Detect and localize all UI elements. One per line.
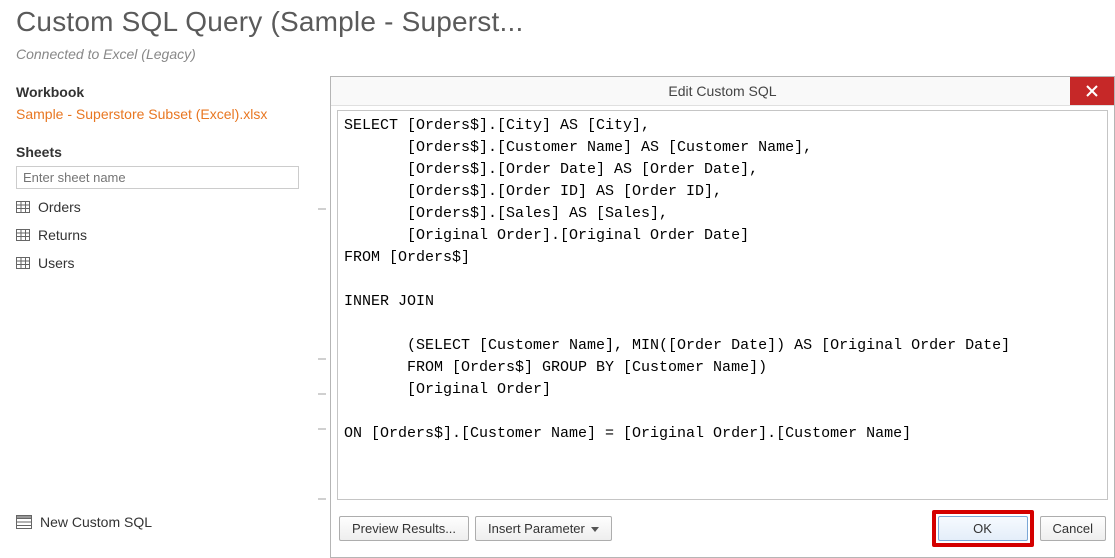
- sheet-name-input[interactable]: [16, 166, 299, 189]
- close-button[interactable]: [1070, 77, 1114, 105]
- new-custom-sql-button[interactable]: New Custom SQL: [16, 514, 299, 530]
- header: Custom SQL Query (Sample - Superst... Co…: [0, 0, 1115, 76]
- table-icon: [16, 200, 30, 214]
- sheet-item-label: Orders: [38, 199, 81, 215]
- dialog-titlebar[interactable]: Edit Custom SQL: [331, 77, 1114, 106]
- table-icon: [16, 256, 30, 270]
- ok-button[interactable]: OK: [938, 516, 1028, 541]
- sheets-label: Sheets: [16, 144, 299, 160]
- new-custom-sql-label: New Custom SQL: [40, 514, 152, 530]
- sheet-list: Orders Returns Users: [16, 199, 299, 271]
- sheet-item-label: Users: [38, 255, 75, 271]
- dialog-title: Edit Custom SQL: [668, 83, 776, 99]
- workbook-label: Workbook: [16, 84, 299, 100]
- sheet-item-returns[interactable]: Returns: [16, 227, 299, 243]
- insert-parameter-button[interactable]: Insert Parameter: [475, 516, 612, 541]
- connection-subtitle: Connected to Excel (Legacy): [16, 46, 1099, 62]
- page-title: Custom SQL Query (Sample - Superst...: [16, 6, 1099, 38]
- sql-editor[interactable]: SELECT [Orders$].[City] AS [City], [Orde…: [337, 110, 1108, 500]
- sidebar: Workbook Sample - Superstore Subset (Exc…: [0, 76, 315, 558]
- workbook-name[interactable]: Sample - Superstore Subset (Excel).xlsx: [16, 106, 299, 122]
- edit-custom-sql-dialog: Edit Custom SQL SELECT [Orders$].[City] …: [330, 76, 1115, 558]
- ok-button-highlight: OK: [932, 510, 1034, 547]
- preview-results-button[interactable]: Preview Results...: [339, 516, 469, 541]
- sql-icon: [16, 515, 32, 529]
- sheet-item-orders[interactable]: Orders: [16, 199, 299, 215]
- sheet-item-label: Returns: [38, 227, 87, 243]
- cancel-button[interactable]: Cancel: [1040, 516, 1106, 541]
- table-icon: [16, 228, 30, 242]
- sheet-item-users[interactable]: Users: [16, 255, 299, 271]
- close-icon: [1086, 85, 1098, 97]
- dialog-footer: Preview Results... Insert Parameter OK C…: [331, 504, 1114, 557]
